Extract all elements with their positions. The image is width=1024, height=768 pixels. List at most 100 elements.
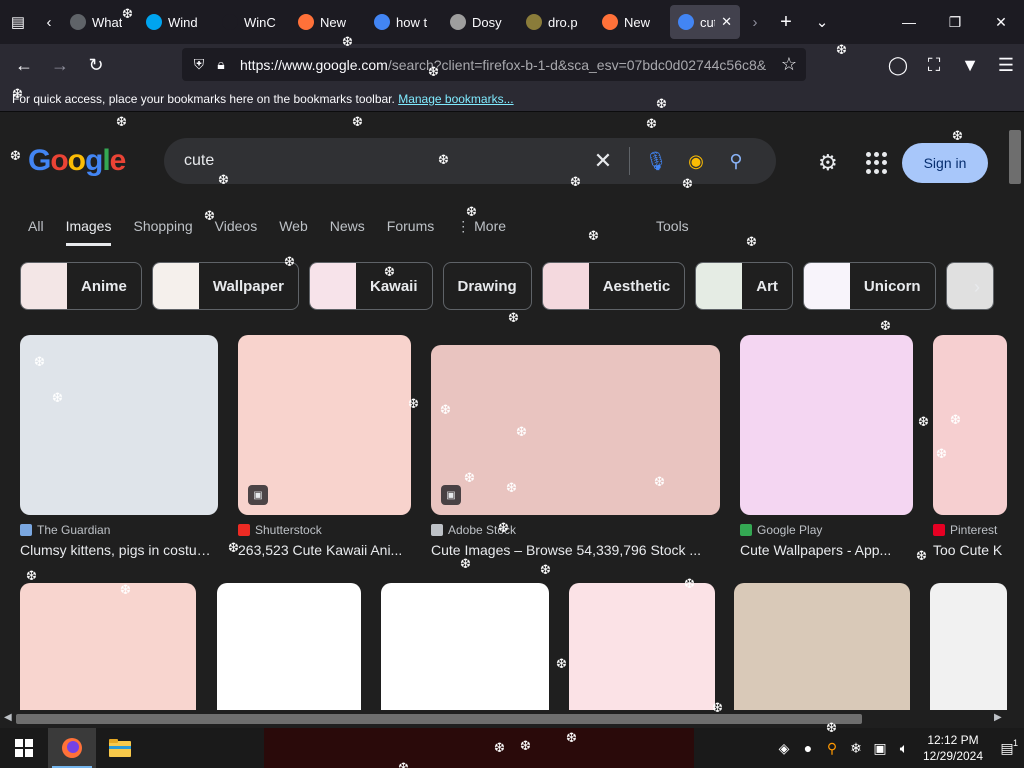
image-thumbnail[interactable] bbox=[20, 335, 218, 515]
back-button[interactable]: ← bbox=[6, 47, 42, 83]
image-result-card[interactable] bbox=[20, 583, 196, 728]
image-result-card[interactable]: Google Play Cute Wallpapers - App... bbox=[740, 335, 913, 558]
manage-bookmarks-link[interactable]: Manage bookmarks... bbox=[398, 92, 513, 106]
scope-tab-news[interactable]: News bbox=[330, 212, 365, 246]
bookmark-star-icon[interactable]: ☆ bbox=[778, 54, 800, 75]
image-result-card[interactable]: ▣ Adobe Stock Cute Images – Browse 54,339,… bbox=[431, 335, 720, 558]
refinement-chip[interactable]: Aesthetic bbox=[541, 262, 686, 310]
shield-icon[interactable]: ⛨ bbox=[188, 56, 210, 73]
new-tab-icon[interactable]: + bbox=[768, 0, 804, 44]
image-thumbnail[interactable] bbox=[930, 583, 1007, 728]
chips-next-arrow-icon[interactable]: › bbox=[962, 272, 992, 302]
reload-button[interactable]: ↻ bbox=[78, 47, 114, 83]
result-title[interactable]: 263,523 Cute Kawaii Ani... bbox=[238, 542, 411, 558]
scope-tab-more[interactable]: ⋮ More bbox=[456, 212, 506, 246]
image-thumbnail[interactable] bbox=[933, 335, 1007, 515]
refinement-chip[interactable]: Wallpaper bbox=[151, 262, 299, 310]
result-source[interactable]: Adobe Stock bbox=[431, 523, 720, 537]
tray-drop-icon[interactable]: ● bbox=[796, 740, 820, 756]
result-title[interactable]: Cute Wallpapers - App... bbox=[740, 542, 913, 558]
browser-tab[interactable]: cut ✕ bbox=[670, 5, 740, 39]
image-thumbnail[interactable] bbox=[734, 583, 910, 728]
extensions-icon[interactable]: ⛶ bbox=[916, 47, 952, 83]
scope-tab-all[interactable]: All bbox=[28, 212, 44, 246]
tab-overflow-chevron-icon[interactable]: ⌄ bbox=[804, 0, 840, 44]
image-thumbnail[interactable]: ▣ bbox=[238, 335, 411, 515]
image-result-card[interactable] bbox=[569, 583, 715, 728]
result-title[interactable]: Clumsy kittens, pigs in costume ... bbox=[20, 542, 218, 558]
image-result-card[interactable] bbox=[734, 583, 910, 728]
browser-tab[interactable]: Wind bbox=[138, 5, 212, 39]
taskbar-clock[interactable]: 12:12 PM 12/29/2024 bbox=[916, 732, 990, 764]
browser-tab[interactable]: What bbox=[62, 5, 136, 39]
scope-tab-images[interactable]: Images bbox=[65, 212, 112, 246]
url-bar[interactable]: ⛨ 🔒︎ https://www.google.com/search?clien… bbox=[182, 48, 806, 81]
vpn-icon[interactable]: ▼ bbox=[952, 47, 988, 83]
browser-tab[interactable]: how t bbox=[366, 5, 440, 39]
sign-in-button[interactable]: Sign in bbox=[902, 143, 988, 183]
refinement-chip[interactable]: Unicorn bbox=[802, 262, 936, 310]
scope-tab-web[interactable]: Web bbox=[279, 212, 308, 246]
result-title[interactable]: Too Cute K bbox=[933, 542, 1007, 558]
search-input[interactable]: cute bbox=[184, 152, 583, 170]
search-icon[interactable]: ⚲ bbox=[716, 141, 756, 181]
google-logo[interactable]: Google bbox=[28, 144, 126, 178]
firefox-taskbar-icon[interactable] bbox=[48, 728, 96, 768]
result-source[interactable]: Shutterstock bbox=[238, 523, 411, 537]
image-thumbnail[interactable] bbox=[740, 335, 913, 515]
forward-button[interactable]: → bbox=[42, 47, 78, 83]
account-icon[interactable]: ◯ bbox=[880, 47, 916, 83]
minimize-icon[interactable]: — bbox=[886, 0, 932, 44]
scroll-right-arrow-icon[interactable]: ▶ bbox=[994, 712, 1002, 723]
google-lens-icon[interactable]: ◉ bbox=[676, 141, 716, 181]
browser-tab[interactable]: Dosy bbox=[442, 5, 516, 39]
start-button[interactable] bbox=[0, 728, 48, 768]
image-result-card[interactable] bbox=[217, 583, 361, 728]
tab-scroll-left-icon[interactable]: ‹ bbox=[36, 0, 62, 44]
tab-close-icon[interactable]: ✕ bbox=[721, 14, 732, 30]
image-result-card[interactable]: Pinterest Too Cute K bbox=[933, 335, 1007, 558]
horizontal-scrollbar[interactable]: ◀ ▶ bbox=[0, 710, 1024, 728]
notifications-icon[interactable]: ▤ 1 bbox=[990, 738, 1024, 757]
image-thumbnail[interactable] bbox=[381, 583, 549, 728]
image-result-card[interactable]: ▣ Shutterstock 263,523 Cute Kawaii Ani... bbox=[238, 335, 411, 558]
network-icon[interactable]: ▣ bbox=[868, 740, 892, 757]
clear-search-icon[interactable]: ✕ bbox=[583, 141, 623, 181]
horizontal-scroll-thumb[interactable] bbox=[16, 714, 862, 724]
result-title[interactable]: Cute Images – Browse 54,339,796 Stock ..… bbox=[431, 542, 720, 558]
menu-icon[interactable]: ☰ bbox=[988, 47, 1024, 83]
refinement-chip[interactable]: Anime bbox=[20, 262, 142, 310]
tab-scroll-right-icon[interactable]: › bbox=[742, 0, 768, 44]
image-thumbnail[interactable] bbox=[569, 583, 715, 728]
image-result-card[interactable] bbox=[381, 583, 549, 728]
close-window-icon[interactable]: ✕ bbox=[978, 0, 1024, 44]
scope-tab-shopping[interactable]: Shopping bbox=[133, 212, 192, 246]
refinement-chip[interactable]: Drawing bbox=[442, 262, 532, 310]
scope-tab-forums[interactable]: Forums bbox=[387, 212, 434, 246]
microphone-icon[interactable]: 🎙︎ bbox=[636, 141, 676, 181]
image-thumbnail[interactable]: ▣ bbox=[431, 345, 720, 515]
browser-tab[interactable]: WinC bbox=[214, 5, 288, 39]
browser-tab[interactable]: New bbox=[594, 5, 668, 39]
refinement-chip[interactable]: Kawaii bbox=[308, 262, 433, 310]
refinement-chip[interactable]: Art bbox=[695, 262, 793, 310]
search-box[interactable]: cute ✕ 🎙︎ ◉ ⚲ bbox=[164, 138, 776, 184]
result-source[interactable]: Pinterest bbox=[933, 523, 1007, 537]
tools-button[interactable]: Tools bbox=[656, 218, 689, 234]
image-thumbnail[interactable] bbox=[20, 583, 196, 728]
browser-tab[interactable]: New bbox=[290, 5, 364, 39]
tray-snowflake-icon[interactable]: ❄ bbox=[844, 740, 868, 757]
tab-list-icon[interactable]: ▤ bbox=[0, 0, 36, 44]
browser-tab[interactable]: dro.p bbox=[518, 5, 592, 39]
vertical-scroll-thumb[interactable] bbox=[1009, 130, 1021, 184]
tray-app-icon[interactable]: ◈ bbox=[772, 740, 796, 757]
volume-muted-icon[interactable]: 🔈︎ bbox=[892, 740, 916, 757]
restore-icon[interactable]: ❐ bbox=[932, 0, 978, 44]
vertical-scrollbar[interactable] bbox=[1007, 112, 1024, 710]
result-source[interactable]: Google Play bbox=[740, 523, 913, 537]
file-explorer-taskbar-icon[interactable] bbox=[96, 728, 144, 768]
image-thumbnail[interactable] bbox=[217, 583, 361, 728]
result-source[interactable]: The Guardian bbox=[20, 523, 218, 537]
scroll-left-arrow-icon[interactable]: ◀ bbox=[4, 712, 12, 723]
scope-tab-videos[interactable]: Videos bbox=[215, 212, 258, 246]
